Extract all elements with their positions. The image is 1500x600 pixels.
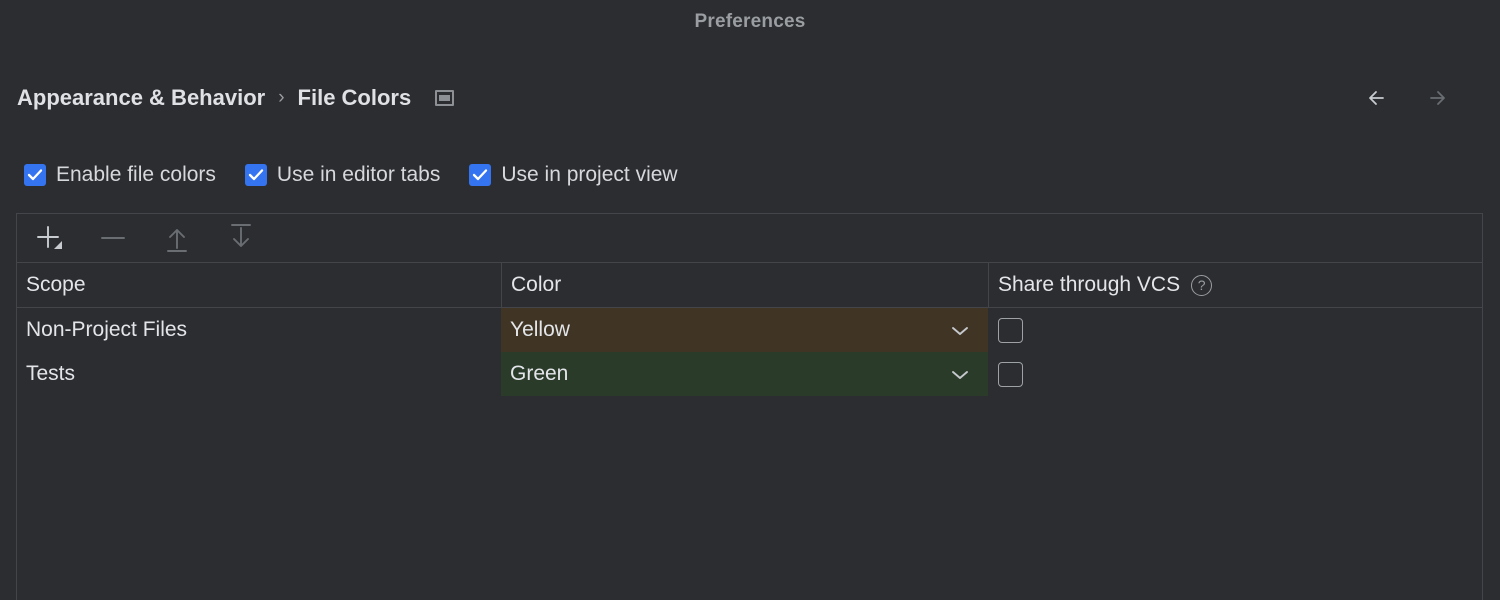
table-row[interactable]: Non-Project Files Yellow [17,308,1482,352]
checkbox-label: Use in editor tabs [276,163,441,186]
arrow-left-icon[interactable] [1366,86,1392,110]
checkbox-enable-file-colors[interactable]: Enable file colors [24,163,216,187]
cell-share-through-vcs[interactable] [988,308,1482,352]
table-empty-area[interactable] [17,396,1482,596]
checkbox-share-through-vcs[interactable] [998,317,1023,343]
checkbox-box-checked[interactable] [24,164,46,186]
window-title: Preferences [694,11,806,32]
remove-button [95,220,131,256]
breadcrumb-row: Appearance & Behavior › File Colors [0,72,1500,124]
arrow-down-icon [231,224,251,247]
cell-scope[interactable]: Non-Project Files [17,308,501,352]
column-header-scope[interactable]: Scope [17,263,501,307]
arrow-up-icon [167,229,187,252]
column-header-label: Scope [26,273,86,296]
column-header-color[interactable]: Color [501,263,988,307]
cell-color[interactable]: Yellow [501,308,988,352]
column-header-label: Share through VCS [998,273,1181,296]
minus-icon [101,237,125,239]
checkbox-box-checked[interactable] [469,164,492,186]
chevron-down-icon[interactable] [949,367,971,381]
checkbox-box-checked[interactable] [244,164,267,186]
checkbox-label: Use in project view [501,163,678,186]
move-down-button [223,220,259,256]
move-up-button [159,220,195,256]
checkbox-label: Enable file colors [56,163,216,186]
question-mark-icon[interactable]: ? [1191,274,1213,296]
scope-value: Non-Project Files [26,318,188,341]
window-titlebar: Preferences [0,0,1500,44]
table-row[interactable]: Tests Green [17,352,1482,396]
file-colors-table-panel: Scope Color Share through VCS ? Non-Proj… [16,213,1483,600]
checkbox-use-in-editor-tabs[interactable]: Use in editor tabs [244,163,441,187]
add-button[interactable] [31,220,67,256]
color-value: Yellow [510,318,570,341]
table-body: Non-Project Files Yellow Tests Green [17,308,1482,596]
cell-share-through-vcs[interactable] [988,352,1482,396]
cell-scope[interactable]: Tests [17,352,501,396]
navigation-arrows [1366,86,1448,110]
arrow-right-icon [1430,91,1445,105]
checkbox-use-in-project-view[interactable]: Use in project view [469,163,678,187]
column-header-label: Color [511,273,562,296]
breadcrumb-item-file-colors[interactable]: File Colors [298,85,412,111]
scope-value: Tests [26,362,76,385]
table-toolbar [17,214,1482,263]
cell-color[interactable]: Green [501,352,988,396]
column-header-share-through-vcs[interactable]: Share through VCS ? [988,263,1482,307]
plus-icon [37,226,62,249]
panel-window-icon[interactable] [435,90,455,106]
check-icon [473,169,488,181]
check-icon [27,169,43,181]
checkbox-share-through-vcs[interactable] [998,361,1023,387]
chevron-down-icon[interactable] [949,323,971,337]
breadcrumb-item-appearance-behavior[interactable]: Appearance & Behavior [17,85,265,111]
preferences-window: Preferences Appearance & Behavior › File… [0,0,1500,600]
color-value: Green [510,362,569,385]
breadcrumb-separator-icon: › [278,87,285,108]
breadcrumb: Appearance & Behavior › File Colors [17,85,455,111]
file-colors-options: Enable file colors Use in editor tabs Us… [24,163,707,187]
check-icon [248,169,264,181]
table-header-row: Scope Color Share through VCS ? [17,263,1482,308]
